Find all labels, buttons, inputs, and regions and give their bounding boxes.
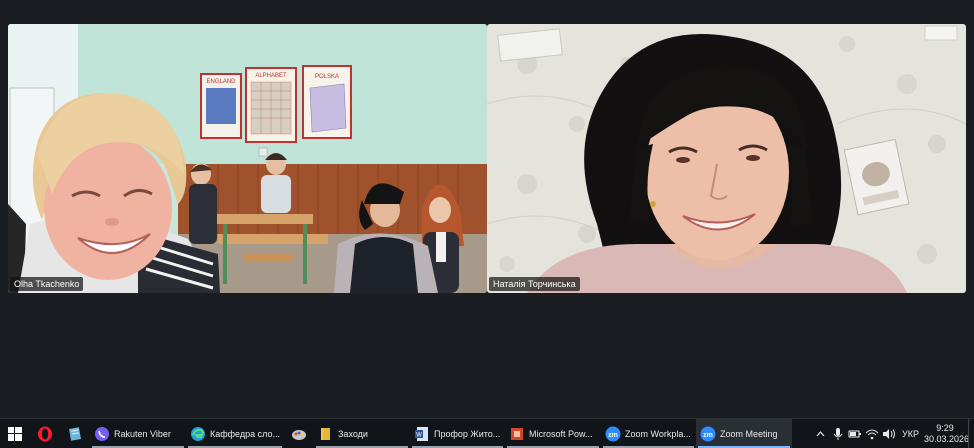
chevron-up-icon bbox=[816, 430, 825, 436]
input-language-indicator[interactable]: УКР bbox=[897, 429, 924, 439]
taskbar-app-word[interactable]: W Профор Жито... bbox=[410, 419, 505, 448]
zoom-icon: zm bbox=[605, 426, 621, 442]
taskbar-app-zoom-workplace[interactable]: zm Zoom Workpla... bbox=[601, 419, 696, 448]
taskbar-app-powerpoint[interactable]: Microsoft Pow... bbox=[505, 419, 601, 448]
svg-text:ALPHABET: ALPHABET bbox=[255, 73, 287, 79]
zoom-meeting-window: ENGLAND ALPHABET POLSKA Olha Tkachenko Н… bbox=[0, 0, 974, 448]
clock-date: 30.03.2026 bbox=[924, 433, 970, 444]
taskbar-app-label: Zoom Meeting bbox=[720, 428, 778, 439]
taskbar-app-label: Каффедра сло... bbox=[210, 428, 280, 439]
taskbar-notepad[interactable] bbox=[60, 419, 90, 448]
taskbar-app-edge[interactable]: Каффедра сло... bbox=[186, 419, 284, 448]
zoom-icon: zm bbox=[700, 426, 716, 442]
wifi-icon bbox=[865, 429, 878, 439]
notepad-icon bbox=[69, 426, 81, 441]
clock-time: 9:29 bbox=[936, 422, 954, 433]
microphone-tray[interactable] bbox=[829, 419, 846, 448]
network-tray[interactable] bbox=[863, 419, 880, 448]
taskbar-app-label: Профор Жито... bbox=[434, 428, 501, 439]
powerpoint-icon bbox=[509, 426, 525, 442]
speaker-icon bbox=[882, 428, 895, 439]
svg-text:zm: zm bbox=[703, 432, 713, 439]
svg-text:POLSKA: POLSKA bbox=[315, 74, 339, 80]
taskbar-app-label: Zoom Workpla... bbox=[625, 428, 691, 439]
taskbar-app-viber[interactable]: Rakuten Viber bbox=[90, 419, 186, 448]
poster-england: ENGLAND bbox=[200, 73, 242, 139]
edge-icon bbox=[190, 426, 206, 442]
volume-tray[interactable] bbox=[880, 419, 897, 448]
video-frame-webcam bbox=[487, 24, 966, 293]
folder-icon bbox=[318, 426, 334, 442]
svg-text:ENGLAND: ENGLAND bbox=[206, 79, 236, 85]
participant-name-label: Olha Tkachenko bbox=[10, 277, 84, 291]
poster-alphabet: ALPHABET bbox=[245, 67, 297, 143]
participant-name-label: Наталія Торчинська bbox=[489, 277, 580, 291]
taskbar-app-folder[interactable]: Заходи bbox=[314, 419, 410, 448]
show-hidden-icons-button[interactable] bbox=[812, 419, 829, 448]
taskbar-app-zoom-meeting[interactable]: zm Zoom Meeting bbox=[696, 419, 792, 448]
svg-text:zm: zm bbox=[608, 432, 618, 439]
windows-taskbar: Rakuten Viber Каффедра сло... Заходи W П… bbox=[0, 418, 974, 448]
opera-icon bbox=[38, 426, 52, 441]
poster-polska: POLSKA bbox=[302, 65, 352, 139]
taskbar-opera[interactable] bbox=[30, 419, 60, 448]
show-desktop-button[interactable] bbox=[968, 419, 974, 448]
paint-icon bbox=[292, 429, 306, 440]
taskbar-app-label: Заходи bbox=[338, 428, 368, 439]
svg-text:W: W bbox=[416, 432, 422, 438]
video-frame-classroom: ENGLAND ALPHABET POLSKA bbox=[8, 24, 487, 293]
video-tile-natalia[interactable]: Наталія Торчинська bbox=[487, 24, 966, 293]
start-button[interactable] bbox=[0, 419, 30, 448]
taskbar-app-label: Rakuten Viber bbox=[114, 428, 171, 439]
battery-icon bbox=[848, 430, 861, 437]
taskbar-app-label: Microsoft Pow... bbox=[529, 428, 593, 439]
word-doc-icon: W bbox=[414, 426, 430, 442]
viber-icon bbox=[94, 426, 110, 442]
taskbar-paint[interactable] bbox=[284, 419, 314, 448]
system-tray: УКР 9:29 30.03.2026 bbox=[812, 419, 974, 448]
battery-tray[interactable] bbox=[846, 419, 863, 448]
system-clock[interactable]: 9:29 30.03.2026 bbox=[924, 422, 970, 445]
microphone-icon bbox=[833, 427, 842, 440]
windows-logo-icon bbox=[8, 426, 22, 441]
video-tile-olha[interactable]: ENGLAND ALPHABET POLSKA Olha Tkachenko bbox=[8, 24, 487, 293]
